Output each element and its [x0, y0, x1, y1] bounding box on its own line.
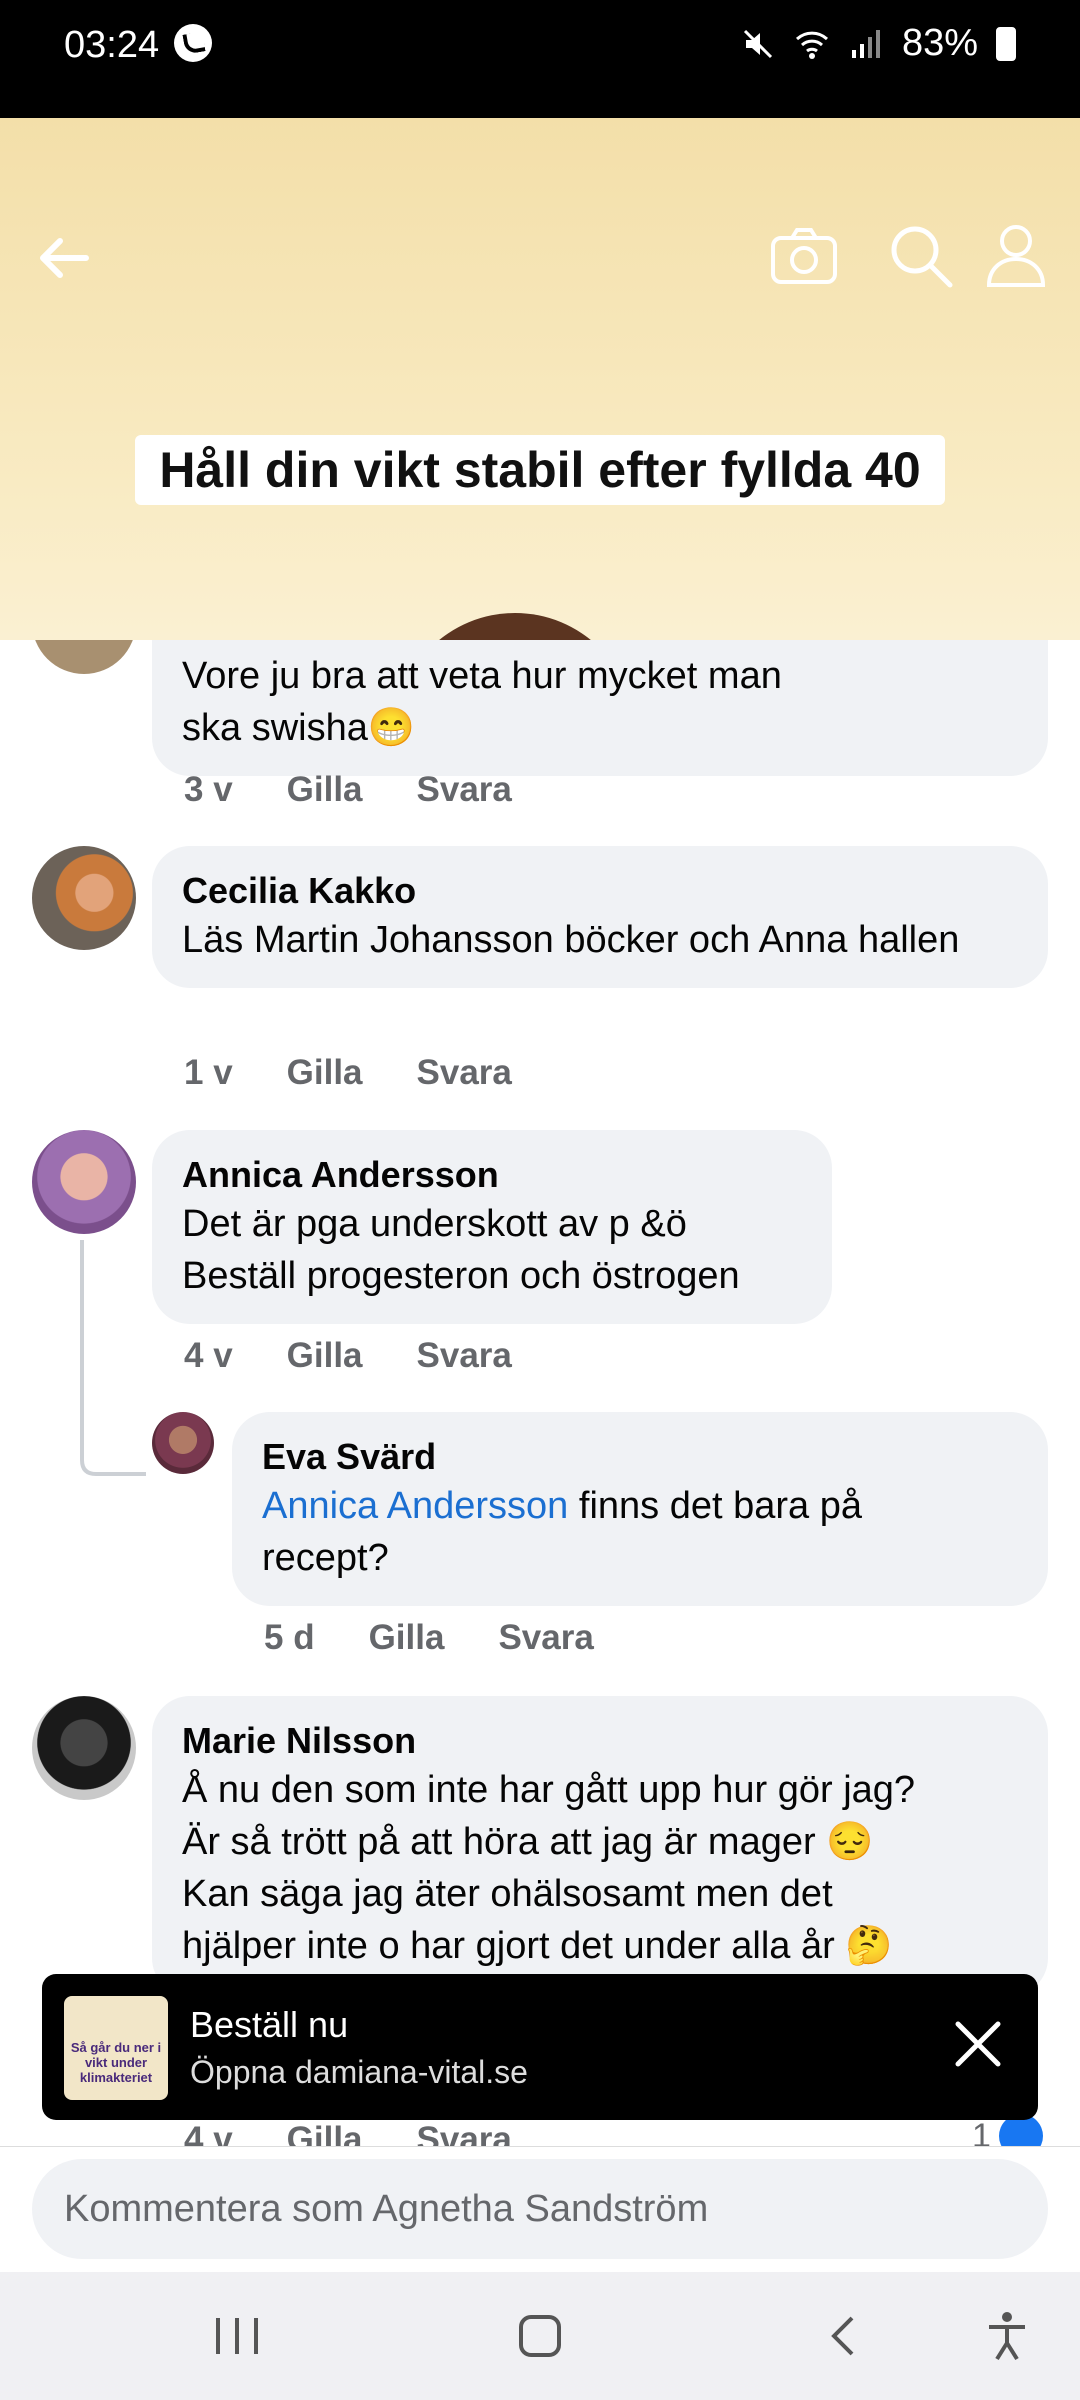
comment-actions: 3 v Gilla Svara	[184, 770, 512, 810]
ad-subtitle[interactable]: Öppna damiana-vital.se	[190, 2054, 528, 2091]
comment-bubble: Eva Svärd Annica Andersson finns det bar…	[232, 1412, 1048, 1606]
comment-text-line: hjälper inte o har gjort det under alla …	[182, 1925, 893, 1967]
wifi-icon	[795, 31, 828, 59]
status-bar: 03:24 83%	[0, 0, 1080, 118]
comment-time[interactable]: 5 d	[264, 1618, 315, 1658]
search-icon[interactable]	[888, 223, 954, 289]
comment-text-line: Kan säga jag äter ohälsosamt men det	[182, 1873, 833, 1915]
comment-composer: Kommentera som Agnetha Sandström	[0, 2146, 1080, 2272]
mention-link[interactable]: Annica Andersson	[262, 1485, 568, 1527]
back-arrow-icon[interactable]	[34, 228, 94, 288]
close-icon[interactable]	[950, 2016, 1006, 2072]
comment-text: Annica Andersson finns det bara på recep…	[262, 1480, 982, 1584]
reply-button[interactable]: Svara	[417, 1053, 512, 1093]
back-icon[interactable]	[822, 2314, 862, 2358]
avatar[interactable]	[32, 1696, 136, 1800]
ad-title[interactable]: Beställ nu	[190, 2004, 348, 2046]
comment-text-line: Det är pga underskott av p &ö	[182, 1203, 687, 1245]
comment-time[interactable]: 1 v	[184, 1053, 233, 1093]
comment-author[interactable]: Annica Andersson	[182, 1152, 802, 1198]
accessibility-icon[interactable]	[985, 2310, 1029, 2362]
avatar[interactable]	[32, 640, 136, 674]
comment-bubble: Annica Andersson Det är pga underskott a…	[152, 1130, 832, 1324]
comment-input[interactable]: Kommentera som Agnetha Sandström	[32, 2159, 1048, 2259]
mute-icon	[743, 29, 772, 58]
banner-title: Håll din vikt stabil efter fyllda 40	[135, 435, 945, 505]
system-nav-bar	[0, 2272, 1080, 2400]
comment-author[interactable]: Eva Svärd	[262, 1434, 1018, 1480]
comment-actions: 1 v Gilla Svara	[184, 1053, 512, 1093]
thread-connector	[80, 1240, 146, 1476]
avatar[interactable]	[32, 1130, 136, 1234]
comment-text: Vore ju bra att veta hur mycket man ska …	[182, 655, 782, 749]
comment-author[interactable]: Marie Nilsson	[182, 1718, 1018, 1764]
comment-bubble: Cecilia Kakko Läs Martin Johansson böcke…	[152, 846, 1048, 988]
profile-icon[interactable]	[985, 223, 1047, 289]
comment-bubble: Marie Nilsson Å nu den som inte har gått…	[152, 1696, 1048, 1996]
comment-author[interactable]: Cecilia Kakko	[182, 868, 1018, 914]
avatar[interactable]	[32, 846, 136, 950]
like-button[interactable]: Gilla	[287, 770, 363, 810]
comment-actions: 5 d Gilla Svara	[264, 1618, 594, 1658]
reply-button[interactable]: Svara	[417, 770, 512, 810]
comment-actions: 4 v Gilla Svara	[184, 1336, 512, 1376]
illustration-woman	[395, 613, 635, 640]
like-button[interactable]: Gilla	[287, 1053, 363, 1093]
comment-text: Läs Martin Johansson böcker och Anna hal…	[182, 919, 960, 961]
avatar[interactable]	[152, 1412, 214, 1474]
ad-header-image: Håll din vikt stabil efter fyllda 40	[0, 118, 1080, 640]
home-icon[interactable]	[515, 2314, 565, 2358]
comment-time[interactable]: 3 v	[184, 770, 233, 810]
status-icons: 83%	[740, 22, 1016, 65]
comment-text-line: Beställ progesteron och östrogen	[182, 1255, 740, 1297]
camera-icon[interactable]	[770, 226, 838, 286]
status-time: 03:24	[64, 24, 160, 66]
like-button[interactable]: Gilla	[287, 1336, 363, 1376]
signal-icon	[851, 29, 880, 58]
comment-bubble: Vore ju bra att veta hur mycket man ska …	[152, 640, 1048, 776]
battery-percent: 83%	[901, 22, 978, 64]
call-icon	[174, 24, 212, 62]
reply-button[interactable]: Svara	[417, 1336, 512, 1376]
comment-text-line: Är så trött på att höra att jag är mager…	[182, 1821, 874, 1863]
like-button[interactable]: Gilla	[369, 1618, 445, 1658]
battery-icon	[996, 26, 1016, 61]
comment-time[interactable]: 4 v	[184, 1336, 233, 1376]
recent-apps-icon[interactable]	[212, 2314, 262, 2358]
comment-text-line: Å nu den som inte har gått upp hur gör j…	[182, 1769, 916, 1811]
reply-button[interactable]: Svara	[498, 1618, 593, 1658]
ad-cta-bar[interactable]: Så går du ner i vikt under klimakteriet …	[42, 1974, 1038, 2120]
ad-thumbnail: Så går du ner i vikt under klimakteriet	[64, 1996, 168, 2100]
